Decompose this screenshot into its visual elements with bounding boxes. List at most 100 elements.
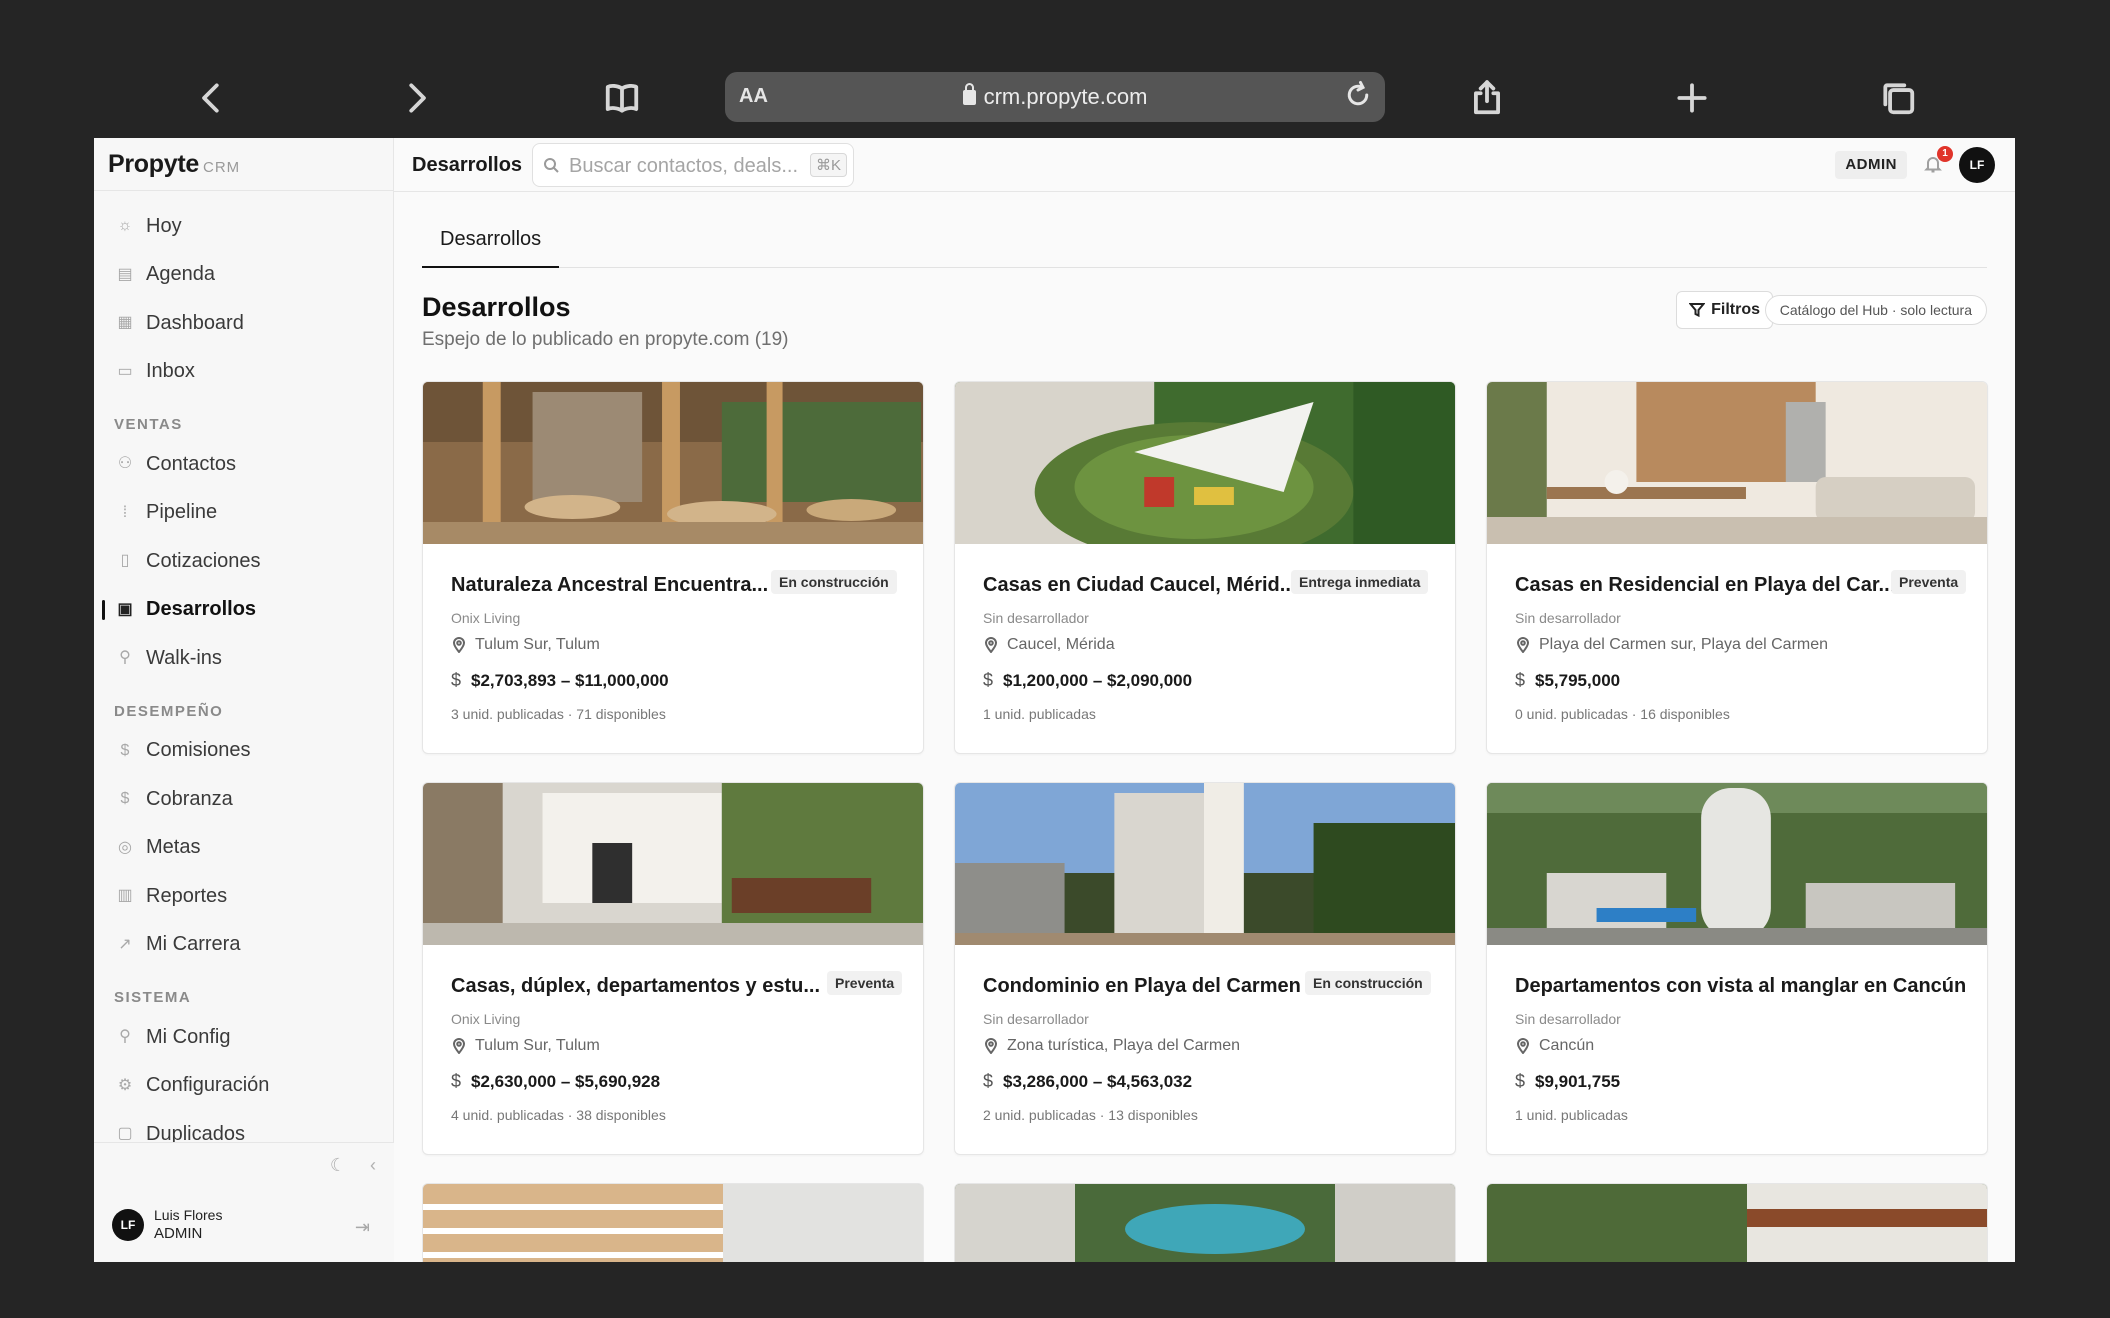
sidebar-item-label: Agenda bbox=[146, 263, 215, 286]
development-card[interactable]: Casas, dúplex, departamentos y estu... P… bbox=[422, 782, 924, 1155]
reload-icon[interactable] bbox=[1343, 80, 1377, 114]
card-location-text: Tulum Sur, Tulum bbox=[475, 1037, 600, 1054]
sidebar-item-pipeline[interactable]: ⁞ Pipeline bbox=[94, 489, 394, 538]
card-price: $ $2,630,000 – $5,690,928 bbox=[451, 1071, 660, 1092]
bell-icon[interactable]: 1 bbox=[1923, 146, 1953, 176]
tab-desarrollos[interactable]: Desarrollos bbox=[422, 228, 560, 268]
section-header-ventas: VENTAS bbox=[114, 416, 183, 433]
sidebar-item-cobranza[interactable]: $ Cobranza bbox=[94, 775, 394, 824]
page-title: Desarrollos bbox=[422, 292, 571, 322]
card-price: $ $9,901,755 bbox=[1515, 1071, 1620, 1092]
development-card[interactable]: Casas en Ciudad Caucel, Mérid... Entrega… bbox=[954, 381, 1456, 754]
users-icon: ⚇ bbox=[117, 455, 133, 473]
sidebar-item-agenda[interactable]: ▤ Agenda bbox=[94, 251, 394, 300]
target-icon: ◎ bbox=[118, 838, 132, 856]
sidebar-item-metas[interactable]: ◎ Metas bbox=[94, 824, 394, 873]
sidebar-item-inbox[interactable]: ▭ Inbox bbox=[94, 348, 394, 397]
avatar[interactable]: LF bbox=[1959, 147, 1995, 183]
back-icon[interactable] bbox=[186, 72, 238, 124]
development-card[interactable] bbox=[422, 1183, 924, 1262]
chat-icon: ▭ bbox=[117, 362, 133, 380]
moon-icon[interactable]: ☾ bbox=[330, 1155, 346, 1176]
card-units: 1 unid. publicadas bbox=[983, 706, 1096, 722]
logout-icon[interactable]: ⇥ bbox=[355, 1217, 370, 1238]
card-location-text: Playa del Carmen sur, Playa del Carmen bbox=[1539, 636, 1829, 653]
development-photo bbox=[955, 783, 1455, 945]
user-profile[interactable]: LF Luis Flores ADMIN bbox=[112, 1207, 222, 1242]
crm-app: Propyte CRM ☼ Hoy ▤ Agenda ▦ Dashboard ▭ Inbo… bbox=[94, 138, 2015, 1262]
development-card[interactable]: Naturaleza Ancestral Encuentra... En con… bbox=[422, 381, 924, 754]
lock-icon bbox=[962, 83, 976, 105]
dollar-icon: $ bbox=[1515, 1071, 1526, 1091]
address-bar[interactable]: AA crm.propyte.com bbox=[725, 72, 1385, 122]
brand-suffix: CRM bbox=[202, 159, 241, 176]
sidebar-item-dashboard[interactable]: ▦ Dashboard bbox=[94, 299, 394, 348]
card-price-text: $1,200,000 – $2,090,000 bbox=[1003, 670, 1193, 690]
development-photo bbox=[423, 382, 923, 544]
pipeline-icon: ⁞ bbox=[122, 503, 128, 521]
card-location-text: Zona turística, Playa del Carmen bbox=[1007, 1037, 1240, 1054]
gear-icon: ⚙ bbox=[117, 1076, 133, 1094]
sidebar-item-desarrollos[interactable]: ▣ Desarrollos bbox=[94, 586, 394, 635]
card-body: Casas en Ciudad Caucel, Mérid... Entrega… bbox=[955, 544, 1455, 753]
card-price-text: $2,630,000 – $5,690,928 bbox=[471, 1071, 661, 1091]
card-title: Departamentos con vista al manglar en Ca… bbox=[1515, 975, 1967, 997]
new-tab-icon[interactable] bbox=[1666, 72, 1718, 124]
sidebar-item-cotizaciones[interactable]: ▯ Cotizaciones bbox=[94, 537, 394, 586]
sidebar-item-label: Mi Config bbox=[146, 1025, 231, 1048]
development-card[interactable]: Casas en Residencial en Playa del Car...… bbox=[1486, 381, 1988, 754]
card-location-text: Tulum Sur, Tulum bbox=[475, 636, 600, 653]
section-header-desempeno: DESEMPEÑO bbox=[114, 702, 224, 720]
dollar-icon: $ bbox=[1515, 670, 1526, 690]
sidebar-item-label: Cotizaciones bbox=[146, 549, 261, 572]
status-badge: En construcción bbox=[1305, 971, 1431, 995]
development-photo bbox=[1487, 1184, 1987, 1262]
card-body: Condominio en Playa del Carmen En constr… bbox=[955, 945, 1455, 1154]
development-card[interactable] bbox=[1486, 1183, 1988, 1262]
sidebar-item-label: Dashboard bbox=[146, 311, 244, 334]
card-title: Condominio en Playa del Carmen bbox=[983, 975, 1301, 997]
top-bar: Desarrollos Buscar contactos, deals... ⌘… bbox=[394, 138, 2015, 192]
card-title: Casas, dúplex, departamentos y estu... bbox=[451, 975, 821, 997]
url-display[interactable]: crm.propyte.com bbox=[725, 83, 1385, 110]
footer-actions: ☾ ‹ bbox=[330, 1155, 376, 1176]
status-badge: Entrega inmediata bbox=[1291, 570, 1429, 594]
sidebar-item-contactos[interactable]: ⚇ Contactos bbox=[94, 440, 394, 489]
sidebar-item-configuracion[interactable]: ⚙ Configuración bbox=[94, 1062, 394, 1111]
sidebar-item-reportes[interactable]: ▥ Reportes bbox=[94, 872, 394, 921]
sidebar-item-comisiones[interactable]: $ Comisiones bbox=[94, 727, 394, 776]
card-price-text: $5,795,000 bbox=[1535, 670, 1621, 690]
brand-name: Propyte bbox=[108, 150, 199, 178]
sidebar-item-label: Hoy bbox=[146, 214, 182, 237]
card-developer: Sin desarrollador bbox=[1515, 1011, 1621, 1027]
sidebar-item-label: Comisiones bbox=[146, 739, 251, 762]
sidebar-item-label: Pipeline bbox=[146, 501, 218, 524]
development-card[interactable]: Condominio en Playa del Carmen En constr… bbox=[954, 782, 1456, 1155]
sidebar: Propyte CRM ☼ Hoy ▤ Agenda ▦ Dashboard ▭ Inbo… bbox=[94, 138, 394, 1262]
card-developer: Onix Living bbox=[451, 610, 521, 626]
copy-icon: ▢ bbox=[117, 1125, 133, 1143]
sidebar-item-mi-config[interactable]: ⚲ Mi Config bbox=[94, 1013, 394, 1062]
collapse-sidebar-icon[interactable]: ‹ bbox=[370, 1155, 376, 1176]
dollar-icon: $ bbox=[120, 741, 130, 759]
sidebar-item-hoy[interactable]: ☼ Hoy bbox=[94, 202, 394, 251]
bookmarks-icon[interactable] bbox=[596, 72, 648, 124]
dollar-icon: $ bbox=[983, 1071, 994, 1091]
sidebar-item-walk-ins[interactable]: ⚲ Walk-ins bbox=[94, 634, 394, 683]
filters-button[interactable]: Filtros bbox=[1676, 291, 1773, 329]
divider bbox=[94, 190, 394, 191]
search-placeholder: Buscar contactos, deals... bbox=[569, 155, 799, 177]
card-price: $ $1,200,000 – $2,090,000 bbox=[983, 670, 1192, 691]
status-badge: Preventa bbox=[827, 971, 903, 995]
search-input[interactable]: Buscar contactos, deals... ⌘K bbox=[532, 143, 854, 187]
location-pin-icon bbox=[452, 637, 466, 653]
brand-logo[interactable]: Propyte CRM bbox=[108, 150, 240, 190]
share-icon[interactable] bbox=[1461, 72, 1513, 124]
sun-icon: ☼ bbox=[117, 217, 133, 235]
sidebar-item-mi-carrera[interactable]: ↗ Mi Carrera bbox=[94, 921, 394, 970]
development-card[interactable]: Departamentos con vista al manglar en Ca… bbox=[1486, 782, 1988, 1155]
development-card[interactable] bbox=[954, 1183, 1456, 1262]
calendar-icon: ▤ bbox=[117, 265, 133, 283]
forward-icon[interactable] bbox=[390, 72, 442, 124]
tabs-overview-icon[interactable] bbox=[1872, 72, 1924, 124]
